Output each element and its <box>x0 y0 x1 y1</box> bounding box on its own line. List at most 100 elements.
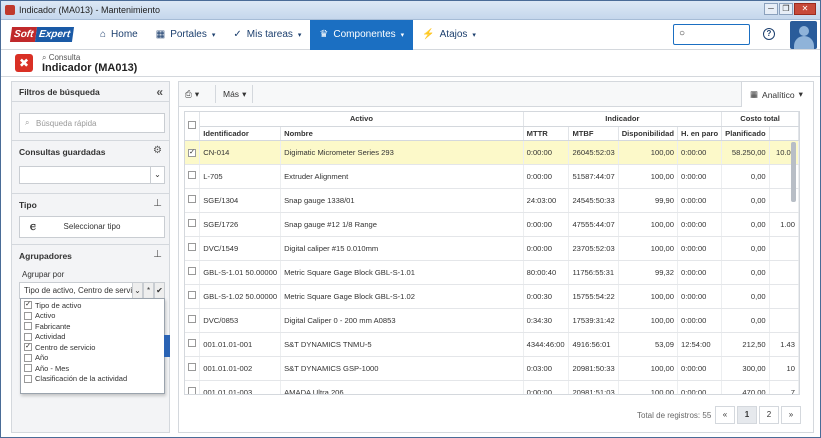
column-header-disponibilidad[interactable]: Disponibilidad <box>618 126 679 141</box>
column-header-identificador[interactable]: Identificador <box>199 126 282 141</box>
checkbox[interactable] <box>24 364 32 373</box>
checkbox[interactable]: ✓ <box>24 343 32 352</box>
asterisk-icon[interactable]: * <box>143 282 154 299</box>
table-row[interactable]: SGE/1726 Snap gauge #12 1/8 Range 0:00:00 4… <box>185 212 799 237</box>
user-avatar[interactable] <box>790 21 817 49</box>
checkbox[interactable]: ✓ <box>188 149 197 157</box>
gear-icon[interactable]: ⚙ <box>153 145 162 156</box>
column-header-mttr[interactable]: MTTR <box>523 126 570 141</box>
select-type-button[interactable]: Ⲉ Seleccionar tipo <box>19 216 165 238</box>
saved-queries-select[interactable]: ⌄ <box>19 166 165 184</box>
column-header-nombre[interactable]: Nombre <box>280 126 524 141</box>
row-checkbox[interactable] <box>185 332 201 357</box>
row-checkbox[interactable] <box>185 212 201 237</box>
group-option[interactable]: Año - Mes <box>21 363 164 374</box>
group-option[interactable]: Actividad <box>21 332 164 343</box>
row-checkbox[interactable] <box>185 380 201 394</box>
nav-portales[interactable]: ▦ Portales ▾ <box>147 20 225 50</box>
group-option[interactable]: Activo <box>21 311 164 322</box>
checkbox[interactable] <box>24 311 32 320</box>
table-row[interactable]: DVC/1549 Digital caliper #15 0.010mm 0:00:… <box>185 236 799 261</box>
row-checkbox[interactable]: ✓ <box>185 140 201 165</box>
group-header-indicador: Indicador <box>523 112 723 127</box>
checkbox[interactable] <box>188 171 197 179</box>
table-row[interactable]: ✓ CN-014 Digimatic Micrometer Series 293 0:… <box>185 140 799 165</box>
panel-edge-handle[interactable] <box>164 335 170 357</box>
close-button[interactable]: ✕ <box>794 3 816 15</box>
table-row[interactable]: DVC/0853 Digital Caliper 0 - 200 mm A0853… <box>185 308 799 333</box>
quick-search-input[interactable]: ⌕ Búsqueda rápida <box>19 113 165 133</box>
row-checkbox[interactable] <box>185 356 201 381</box>
checkbox[interactable] <box>188 387 197 394</box>
checkbox[interactable] <box>188 315 197 323</box>
restore-button[interactable]: ❐ <box>779 3 793 15</box>
global-search-input[interactable]: ○ <box>673 24 750 45</box>
pin-icon[interactable]: ⊥ <box>153 198 162 209</box>
group-option[interactable]: Clasificación de la actividad <box>21 374 164 385</box>
table-row[interactable]: L-705 Extruder Alignment 0:00:00 51587:44:0… <box>185 164 799 189</box>
group-option[interactable]: Fabricante <box>21 321 164 332</box>
prev-page-button[interactable]: « <box>715 406 735 424</box>
chevron-down-icon[interactable]: ⌄ <box>132 282 143 299</box>
checkbox[interactable] <box>188 339 197 347</box>
cell-identificador: DVC/0853 <box>199 308 282 333</box>
cell-mttr: 0:00:00 <box>523 212 570 237</box>
column-header-mtbf[interactable]: MTBF <box>568 126 619 141</box>
collapse-icon[interactable]: « <box>156 85 163 99</box>
more-button[interactable]: Más ▾ <box>219 85 250 103</box>
group-option[interactable]: Año <box>21 353 164 364</box>
nav-atajos[interactable]: ⚡ Atajos ▾ <box>413 20 485 50</box>
print-button[interactable]: ⎙ ▾ <box>181 85 203 103</box>
group-option[interactable]: ✓ Centro de servicio <box>21 342 164 353</box>
row-checkbox[interactable] <box>185 188 201 213</box>
nav-componentes[interactable]: ♛ Componentes ▾ <box>310 19 414 50</box>
table-row[interactable]: 001.01.01-001 S&T DYNAMICS TNMU-5 4344:46:… <box>185 332 799 357</box>
cell-nombre: Metric Square Gage Block GBL-S-1.02 <box>280 284 524 309</box>
group-by-select[interactable]: Tipo de activo, Centro de servicio <box>19 282 144 299</box>
view-mode-dropdown[interactable]: ▦ Analítico ▾ <box>741 82 813 107</box>
checkbox[interactable] <box>24 322 32 331</box>
cell-mtbf: 17539:31:42 <box>568 308 619 333</box>
checkbox[interactable] <box>24 374 32 383</box>
cell-extra: 7 <box>769 380 799 394</box>
table-row[interactable]: SGE/1304 Snap gauge 1338/01 24:03:00 24545:… <box>185 188 799 213</box>
checkbox[interactable] <box>188 291 197 299</box>
checkbox[interactable] <box>188 195 197 203</box>
checkbox[interactable] <box>188 219 197 227</box>
column-header-extra[interactable] <box>769 126 799 141</box>
nav-mis-tareas[interactable]: ✓ Mis tareas ▾ <box>224 20 310 50</box>
row-checkbox[interactable] <box>185 308 201 333</box>
checkbox[interactable] <box>188 363 197 371</box>
checkall-icon[interactable]: ✔ <box>154 282 165 299</box>
page-2-button[interactable]: 2 <box>759 406 779 424</box>
next-page-button[interactable]: » <box>781 406 801 424</box>
column-header-planificado[interactable]: Planificado <box>721 126 770 141</box>
group-option[interactable]: ✓ Tipo de activo <box>21 300 164 311</box>
cell-h-en-paro: 0:00:00 <box>677 140 723 165</box>
softexpert-logo[interactable]: Soft Expert <box>9 25 79 45</box>
cell-planificado: 300,00 <box>721 356 770 381</box>
table-row[interactable]: 001.01.01-002 S&T DYNAMICS GSP-1000 0:03:0… <box>185 356 799 381</box>
checkbox[interactable] <box>24 353 32 362</box>
cell-nombre: S&T DYNAMICS GSP-1000 <box>280 356 524 381</box>
row-checkbox[interactable] <box>185 260 201 285</box>
table-row[interactable]: GBL-S-1.02 50.00000 Metric Square Gage Bl… <box>185 284 799 309</box>
page-1-button[interactable]: 1 <box>737 406 757 424</box>
column-header-h-en-paro[interactable]: H. en paro <box>677 126 723 141</box>
checkbox[interactable] <box>188 243 197 251</box>
checkbox[interactable] <box>24 332 32 341</box>
group-option-label: Año <box>35 353 49 363</box>
vertical-scrollbar[interactable] <box>791 142 796 202</box>
minimize-button[interactable]: ─ <box>764 3 778 15</box>
help-icon[interactable]: ? <box>763 28 775 40</box>
checkbox[interactable] <box>188 267 197 275</box>
pin-icon[interactable]: ⊥ <box>153 249 162 260</box>
select-all-checkbox[interactable] <box>185 112 201 141</box>
nav-home[interactable]: ⌂ Home <box>91 20 147 50</box>
row-checkbox[interactable] <box>185 164 201 189</box>
checkbox[interactable]: ✓ <box>24 301 32 310</box>
row-checkbox[interactable] <box>185 284 201 309</box>
row-checkbox[interactable] <box>185 236 201 261</box>
table-row[interactable]: GBL-S-1.01 50.00000 Metric Square Gage Bl… <box>185 260 799 285</box>
table-row[interactable]: 001.01.01-003 AMADA Ultra 206 0:00:00 20981… <box>185 380 799 394</box>
